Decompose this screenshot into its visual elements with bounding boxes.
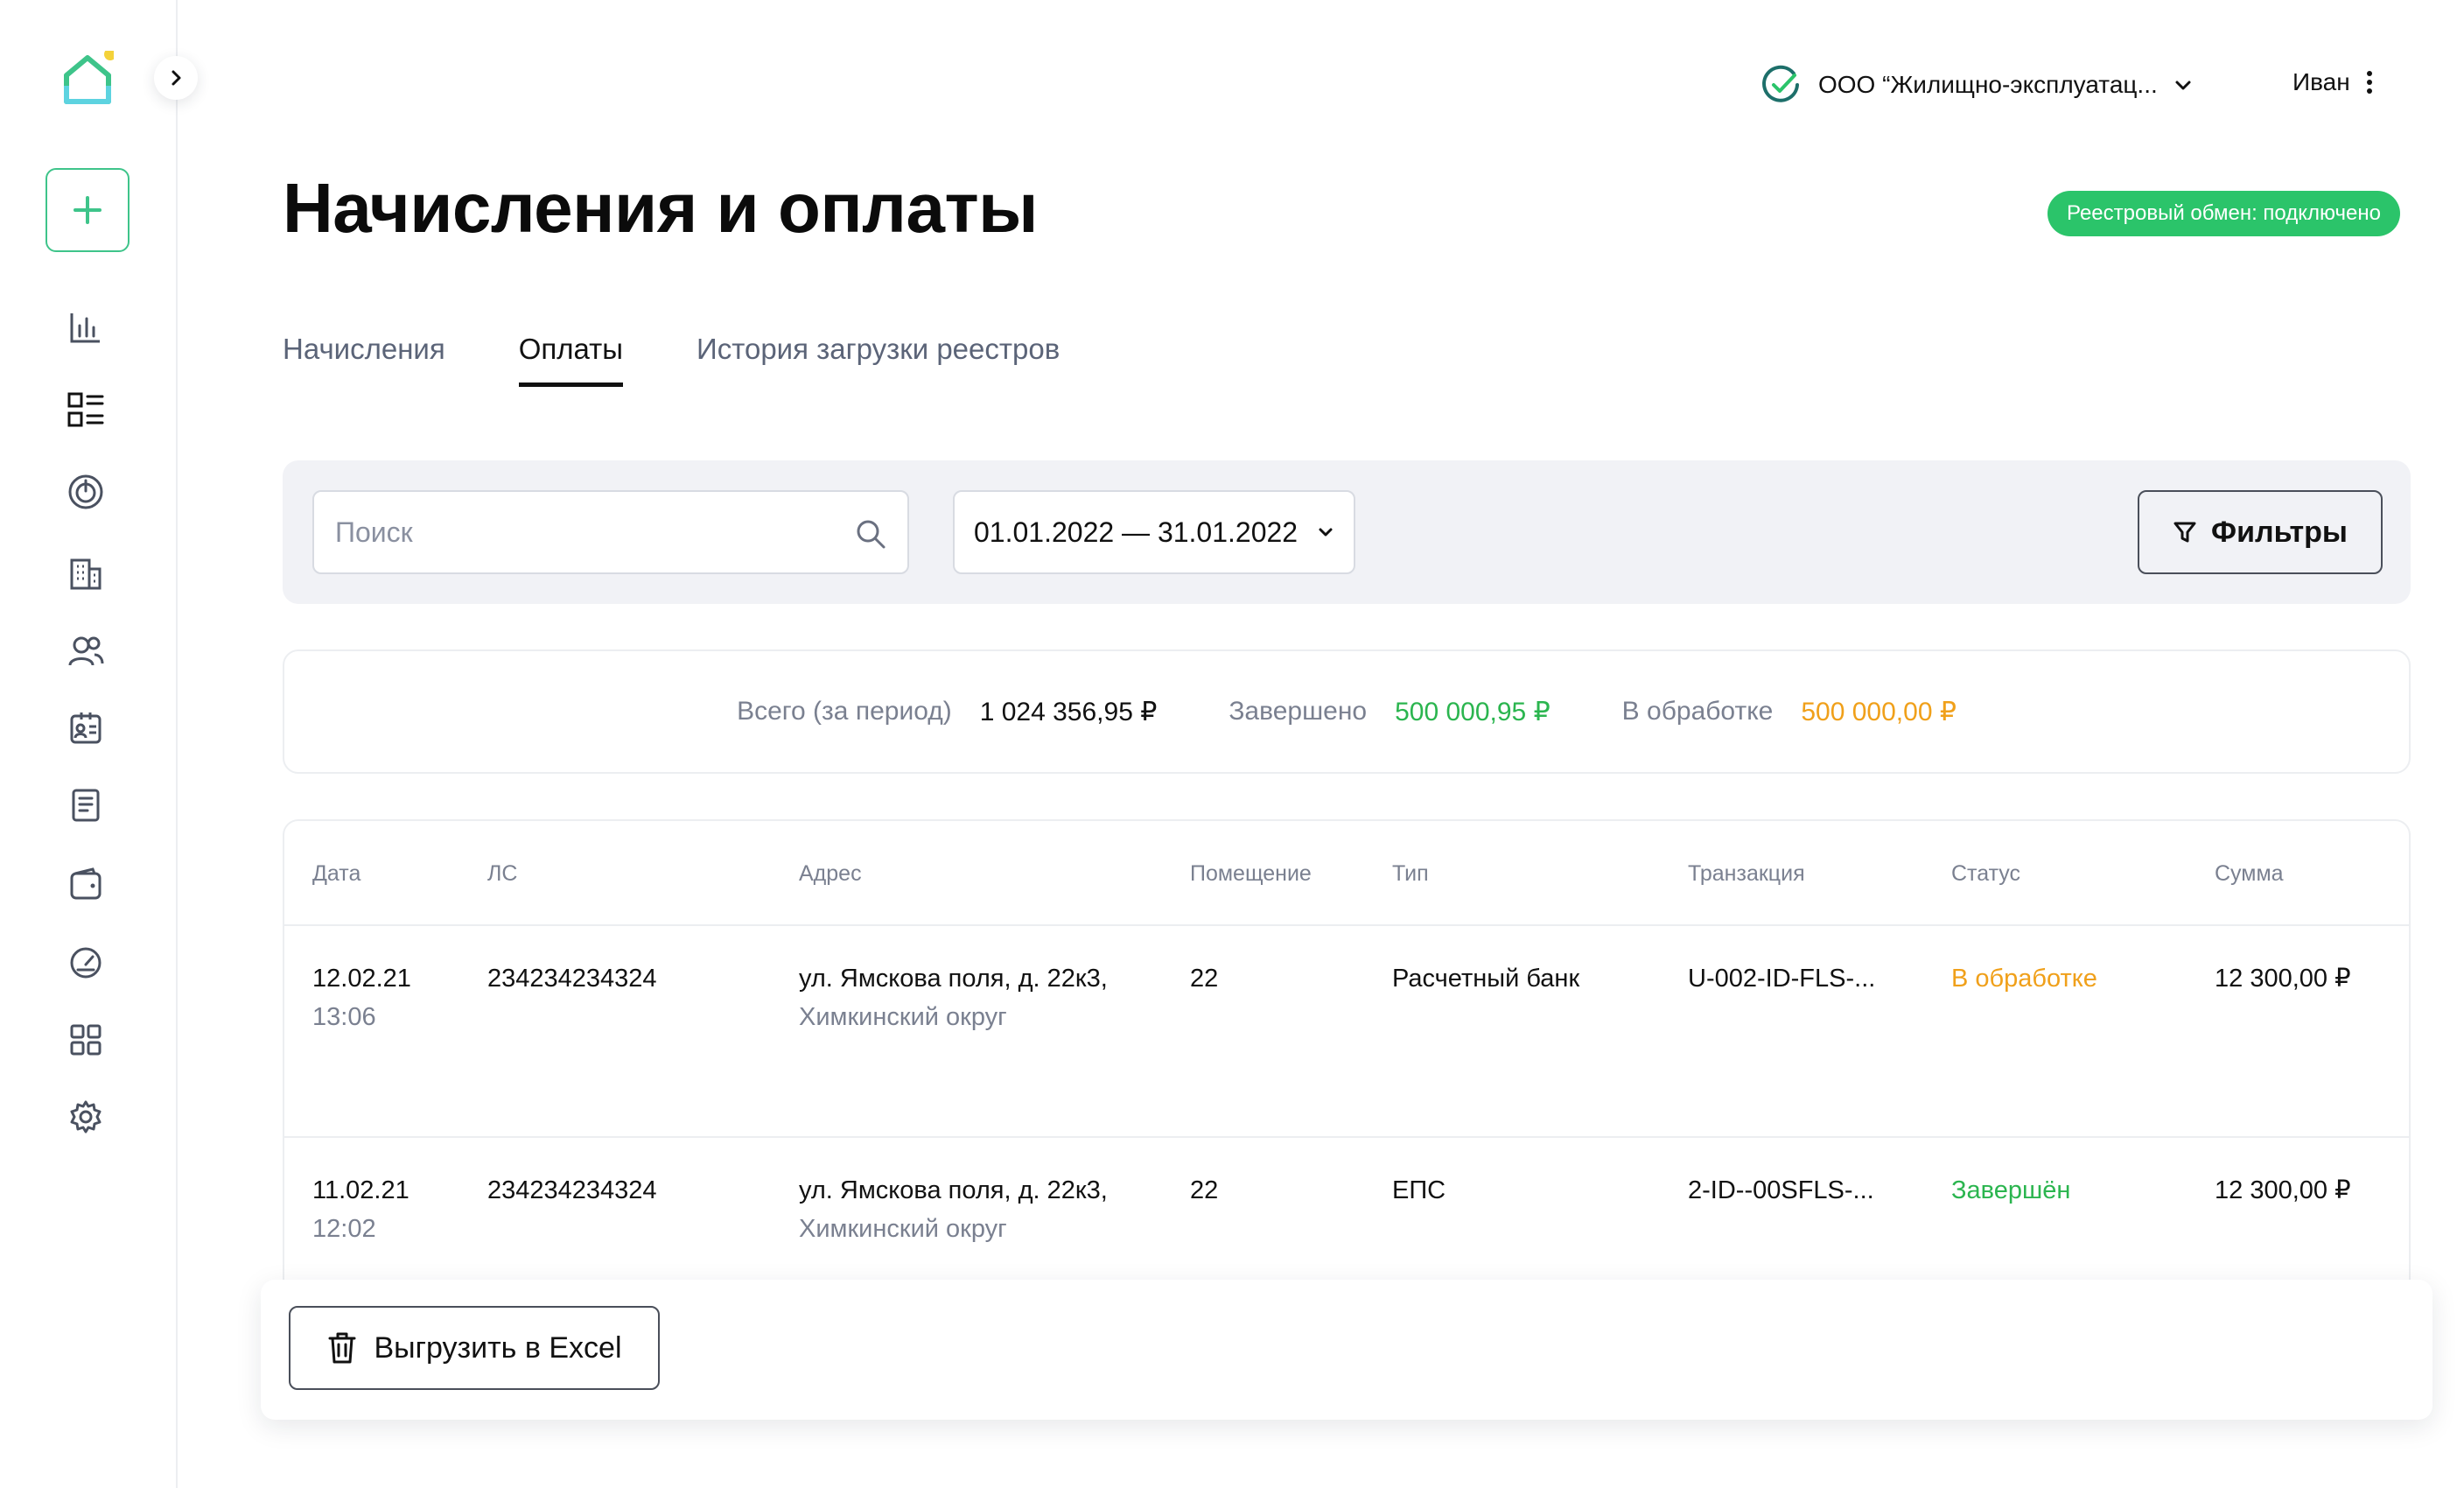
add-button[interactable] xyxy=(46,168,130,252)
processing-value: 500 000,00 ₽ xyxy=(1801,697,1956,726)
date-range-select[interactable]: 01.01.2022 — 31.01.2022 xyxy=(953,490,1355,574)
time-value: 12:02 xyxy=(312,1215,376,1243)
table-row[interactable]: 12.02.21 13:06 234234234324 ул. Ямскова … xyxy=(284,926,2409,1138)
done-value: 500 000,95 ₽ xyxy=(1395,697,1550,726)
export-label: Выгрузить в Excel xyxy=(374,1330,622,1365)
filter-bar: 01.01.2022 — 31.01.2022 Фильтры xyxy=(283,460,2411,604)
export-excel-button[interactable]: Выгрузить в Excel xyxy=(289,1306,660,1390)
column-header-address[interactable]: Адрес xyxy=(799,861,862,887)
date-value: 12.02.21 xyxy=(312,965,411,993)
bottom-action-bar: Выгрузить в Excel xyxy=(261,1280,2432,1420)
org-name: ООО “Жилищно-эксплуатац... xyxy=(1818,71,2158,98)
sidebar xyxy=(0,0,178,1488)
power-icon[interactable] xyxy=(66,473,105,511)
wallet-icon[interactable] xyxy=(66,865,105,903)
account-cell[interactable]: 234234234324 xyxy=(487,1171,657,1210)
column-header-room[interactable]: Помещение xyxy=(1190,861,1312,887)
gear-icon[interactable] xyxy=(66,1098,105,1136)
type-cell: Расчетный банк xyxy=(1392,965,1580,993)
check-circle-icon xyxy=(1762,65,1799,102)
search-icon[interactable] xyxy=(855,518,886,550)
tabs: Начисления Оплаты История загрузки реест… xyxy=(283,333,1060,387)
grid-icon[interactable] xyxy=(66,1021,105,1059)
payments-table: Дата ЛС Адрес Помещение Тип Транзакция С… xyxy=(283,819,2411,1344)
user-name: Иван xyxy=(2292,68,2350,95)
amount-cell: 12 300,00 ₽ xyxy=(2215,965,2351,993)
page-title: Начисления и оплаты xyxy=(283,169,1038,247)
type-cell: ЕПС xyxy=(1392,1176,1446,1204)
filter-icon xyxy=(2174,522,2196,543)
address-cell: ул. Ямскова поля, д. 22к3, Химкинский ок… xyxy=(799,959,1108,1036)
total-label: Всего (за период) xyxy=(737,697,952,726)
id-card-icon[interactable] xyxy=(66,709,105,748)
column-header-amount[interactable]: Сумма xyxy=(2215,861,2284,887)
district-value: Химкинский округ xyxy=(799,1003,1007,1031)
chevron-down-icon xyxy=(1319,528,1333,537)
time-value: 13:06 xyxy=(312,1003,376,1031)
address-value: ул. Ямскова поля, д. 22к3, xyxy=(799,1176,1108,1204)
more-vertical-icon[interactable] xyxy=(2366,70,2373,95)
plus-icon xyxy=(74,196,102,224)
filters-label: Фильтры xyxy=(2211,515,2348,549)
room-cell: 22 xyxy=(1190,1176,1219,1204)
gauge-icon[interactable] xyxy=(66,944,105,982)
list-icon[interactable] xyxy=(66,390,105,429)
total-value: 1 024 356,95 ₽ xyxy=(979,697,1158,726)
done-label: Завершено xyxy=(1228,697,1368,726)
district-value: Химкинский округ xyxy=(799,1215,1007,1243)
users-icon[interactable] xyxy=(66,632,105,670)
status-badge: Реестровый обмен: подключено xyxy=(2048,191,2400,236)
user-menu[interactable]: Иван xyxy=(2292,68,2373,96)
column-header-account[interactable]: ЛС xyxy=(487,861,517,887)
date-cell: 12.02.21 13:06 xyxy=(312,959,411,1036)
address-cell: ул. Ямскова поля, д. 22к3, Химкинский ок… xyxy=(799,1171,1108,1248)
date-cell: 11.02.21 12:02 xyxy=(312,1171,410,1248)
filters-button[interactable]: Фильтры xyxy=(2138,490,2383,574)
processing-label: В обработке xyxy=(1621,697,1774,726)
building-icon[interactable] xyxy=(66,555,105,593)
amount-cell: 12 300,00 ₽ xyxy=(2215,1176,2351,1204)
search-field xyxy=(312,490,909,574)
org-selector[interactable]: ООО “Жилищно-эксплуатац... xyxy=(1759,63,2193,107)
column-header-date[interactable]: Дата xyxy=(312,861,360,887)
transaction-cell[interactable]: 2-ID--00SFLS-... xyxy=(1688,1171,1874,1210)
transaction-cell[interactable]: U-002-ID-FLS-... xyxy=(1688,959,1875,998)
account-cell[interactable]: 234234234324 xyxy=(487,959,657,998)
tab-payments[interactable]: Оплаты xyxy=(518,333,624,387)
room-cell: 22 xyxy=(1190,965,1219,993)
column-header-type[interactable]: Тип xyxy=(1392,861,1429,887)
trash-icon xyxy=(328,1332,356,1364)
chevron-right-icon xyxy=(172,70,181,86)
address-value: ул. Ямскова поля, д. 22к3, xyxy=(799,965,1108,993)
date-value: 11.02.21 xyxy=(312,1176,410,1204)
status-cell: Завершён xyxy=(1951,1176,2071,1204)
payment-summary: Всего (за период) 1 024 356,95 ₽ Заверше… xyxy=(283,649,2411,774)
bar-chart-icon[interactable] xyxy=(66,308,105,347)
status-cell: В обработке xyxy=(1951,965,2097,993)
column-header-status[interactable]: Статус xyxy=(1951,861,2020,887)
date-range-value: 01.01.2022 — 31.01.2022 xyxy=(974,516,1298,548)
document-icon[interactable] xyxy=(66,786,105,825)
table-header: Дата ЛС Адрес Помещение Тип Транзакция С… xyxy=(284,821,2409,926)
tab-registry-history[interactable]: История загрузки реестров xyxy=(696,333,1060,387)
sidebar-toggle-button[interactable] xyxy=(154,56,198,100)
tab-charges[interactable]: Начисления xyxy=(283,333,445,387)
search-input[interactable] xyxy=(314,492,907,572)
chevron-down-icon xyxy=(2175,81,2191,90)
house-icon[interactable] xyxy=(61,48,116,104)
column-header-transaction[interactable]: Транзакция xyxy=(1688,861,1805,887)
